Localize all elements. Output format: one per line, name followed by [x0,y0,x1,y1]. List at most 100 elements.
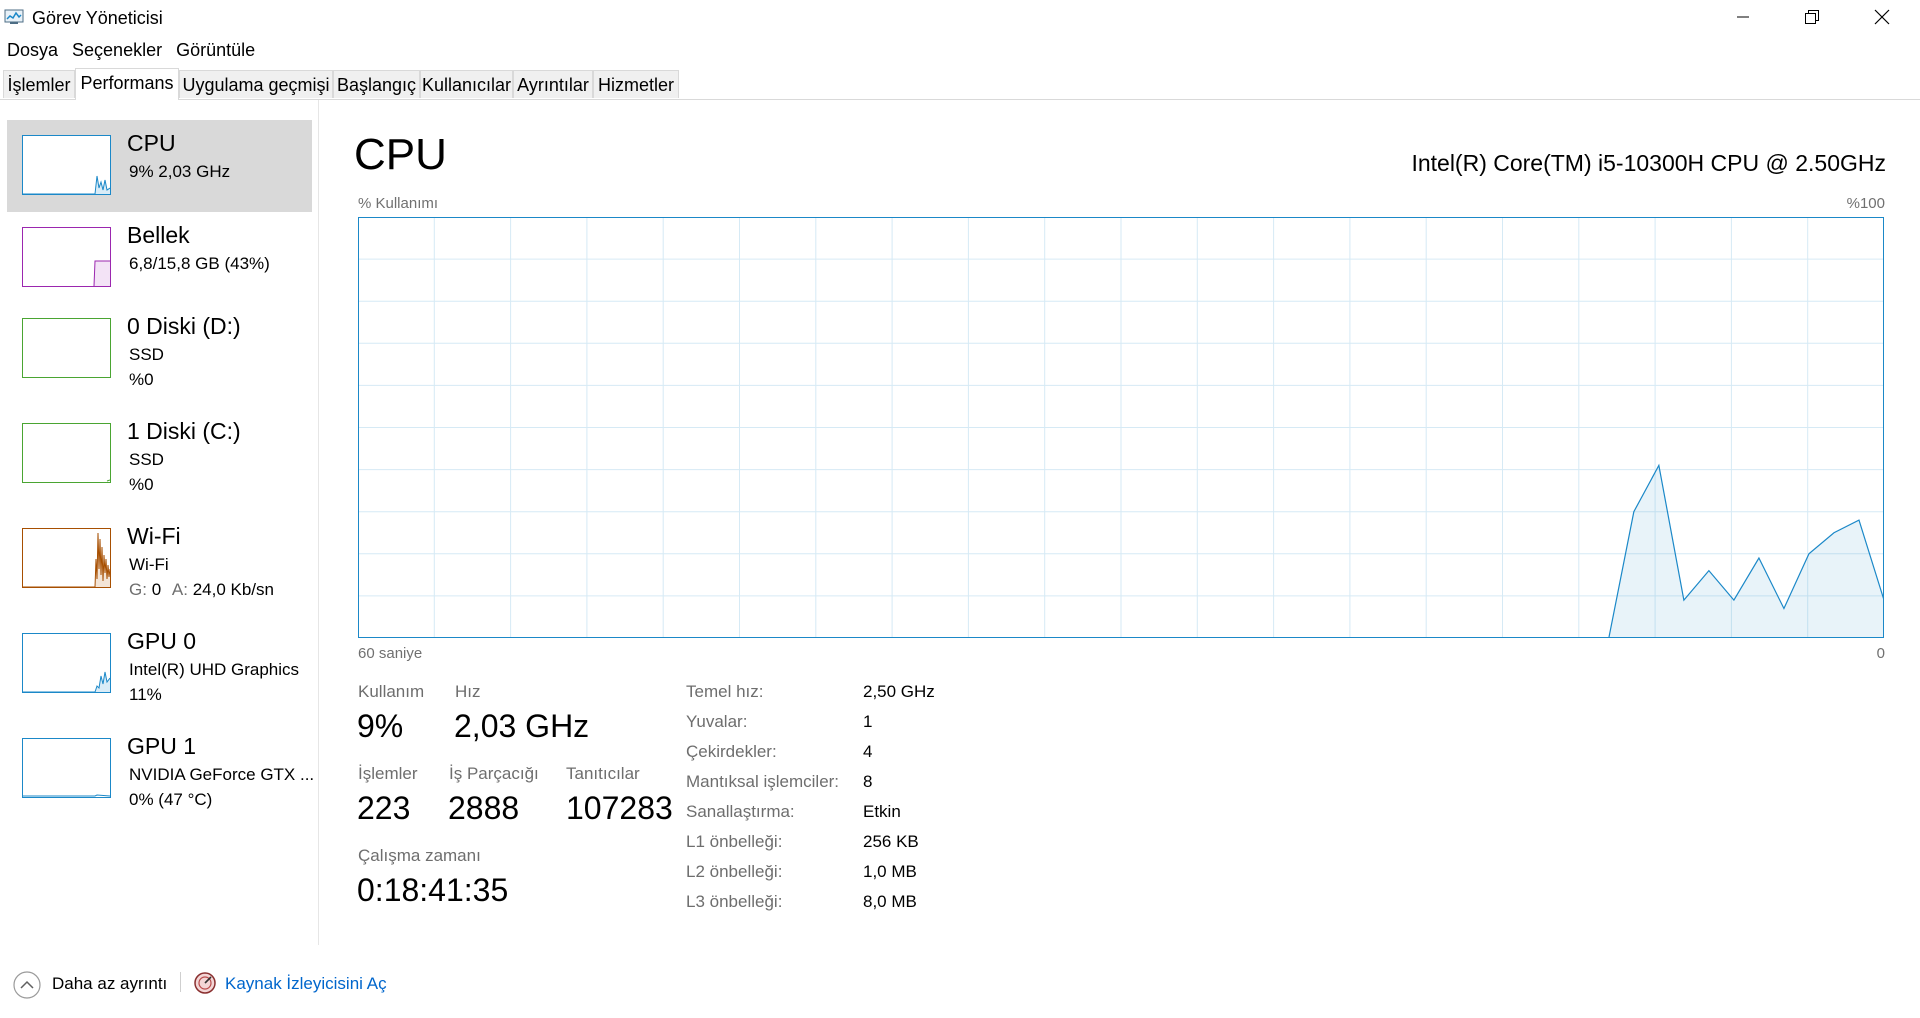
cpu-usage-graph [358,217,1884,638]
wifi-throughput: G: 0 A: 24,0 Kb/sn [129,580,274,600]
memory-mini-graph [22,227,111,287]
minimize-button[interactable] [1715,0,1771,34]
sidebar-item-title: Wi-Fi [127,523,181,549]
fewer-details-button[interactable]: Daha az ayrıntı [52,974,167,994]
spec-label: Çekirdekler: [686,742,777,761]
y-axis-max-label: %100 [1846,195,1885,212]
spec-label: Temel hız: [686,682,764,701]
menu-file[interactable]: Dosya [0,38,65,64]
chevron-up-icon[interactable] [12,970,42,1005]
title-bar: Görev Yöneticisi [0,0,1920,34]
spec-value: 1 [863,712,873,731]
uptime-value: 0:18:41:35 [357,872,509,908]
spec-value: 1,0 MB [863,862,917,881]
tab-startup[interactable]: Başlangıç [333,70,420,98]
sidebar-item-title: 1 Diski (C:) [127,418,241,444]
tab-users[interactable]: Kullanıcılar [420,70,513,98]
footer: Daha az ayrıntı Kaynak İzleyicisini Aç [0,945,1920,1018]
wifi-send-value: 0 [151,580,162,599]
sidebar-item-usage: %0 [129,370,154,389]
spec-label: Mantıksal işlemciler: [686,772,840,791]
sidebar-item-title: Bellek [127,222,190,248]
sidebar-item-usage: 11% [129,685,162,704]
spec-value: 8 [863,772,873,791]
usage-label: Kullanım [358,682,425,701]
usage-value: 9% [357,708,404,744]
sidebar-item-detail: 6,8/15,8 GB (43%) [129,254,270,273]
sidebar-item-detail: NVIDIA GeForce GTX ... [129,765,315,784]
wifi-send-label: G: [129,580,147,599]
sidebar-item-gpu-0[interactable]: GPU 0 Intel(R) UHD Graphics 11% [7,618,312,710]
disk0-mini-graph [22,318,111,378]
speed-value: 2,03 GHz [454,708,590,744]
handles-value: 107283 [566,790,673,826]
wifi-mini-graph [22,528,111,588]
threads-value: 2888 [448,790,520,826]
sidebar-item-title: GPU 1 [127,733,197,759]
threads-label: İş Parçacığı [449,764,539,783]
wifi-recv-label: A: [171,580,188,599]
spec-value: 4 [863,742,873,761]
page-title: CPU [354,130,447,179]
sidebar-item-disk-1[interactable]: 1 Diski (C:) SSD %0 [7,408,312,500]
window-title: Görev Yöneticisi [32,8,163,28]
wifi-recv-value: 24,0 Kb/sn [192,580,274,599]
spec-value: 2,50 GHz [863,682,935,701]
x-axis-label: 60 saniye [358,645,423,662]
sidebar-item-gpu-1[interactable]: GPU 1 NVIDIA GeForce GTX ... 0% (47 °C) [7,723,315,815]
spec-label: L2 önbelleği: [686,862,783,881]
gpu0-mini-graph [22,633,111,693]
sidebar-item-detail: Intel(R) UHD Graphics [129,660,300,679]
cpu-mini-graph [22,135,111,195]
open-resource-monitor-link[interactable]: Kaynak İzleyicisini Aç [225,974,387,994]
menu-options[interactable]: Seçenekler [65,38,169,64]
close-icon [1874,9,1890,25]
tab-services[interactable]: Hizmetler [593,70,679,98]
sidebar-item-title: CPU [127,130,176,156]
spec-label: L1 önbelleği: [686,832,783,851]
resource-sidebar: CPU 9% 2,03 GHz Bellek 6,8/15,8 GB (43%)… [0,100,319,945]
disk1-mini-graph [22,423,111,483]
menu-view[interactable]: Görüntüle [169,38,262,64]
gpu1-mini-graph [22,738,111,798]
tab-processes[interactable]: İşlemler [3,70,75,98]
spec-label: Yuvalar: [686,712,748,731]
sidebar-item-detail: Wi-Fi [129,555,169,574]
spec-label: Sanallaştırma: [686,802,795,821]
uptime-label: Çalışma zamanı [358,846,481,865]
sidebar-item-title: GPU 0 [127,628,197,654]
menu-bar: Dosya Seçenekler Görüntüle [0,38,262,64]
minimize-icon [1736,10,1750,24]
resource-monitor-icon[interactable] [193,971,217,1000]
spec-value: 256 KB [863,832,919,851]
processes-value: 223 [357,790,411,826]
sidebar-item-detail: SSD [129,345,164,364]
cpu-model-name: Intel(R) Core(TM) i5-10300H CPU @ 2.50GH… [1411,150,1886,176]
spec-value: 8,0 MB [863,892,917,911]
sidebar-item-detail: 9% 2,03 GHz [129,162,231,181]
handles-label: Tanıtıcılar [566,764,640,783]
x-axis-min-label: 0 [1876,645,1885,662]
y-axis-label: % Kullanımı [358,195,439,212]
close-button[interactable] [1854,0,1910,34]
sidebar-item-detail: SSD [129,450,164,469]
sidebar-item-disk-0[interactable]: 0 Diski (D:) SSD %0 [7,303,312,395]
restore-button[interactable] [1784,0,1840,34]
sidebar-item-usage: 0% (47 °C) [129,790,213,809]
sidebar-item-usage: %0 [129,475,154,494]
tab-details[interactable]: Ayrıntılar [513,70,593,98]
footer-divider [180,972,181,992]
tab-bar: İşlemler Performans Uygulama geçmişi Baş… [0,68,1920,100]
sidebar-item-memory[interactable]: Bellek 6,8/15,8 GB (43%) [7,212,312,304]
task-manager-icon [4,9,24,25]
processes-label: İşlemler [358,764,418,783]
sidebar-item-title: 0 Diski (D:) [127,313,241,339]
tab-app-history[interactable]: Uygulama geçmişi [179,70,333,98]
sidebar-item-cpu[interactable]: CPU 9% 2,03 GHz [7,120,312,212]
spec-value: Etkin [863,802,901,821]
sidebar-item-wifi[interactable]: Wi-Fi Wi-Fi G: 0 A: 24,0 Kb/sn [7,513,312,605]
spec-label: L3 önbelleği: [686,892,783,911]
tab-performance[interactable]: Performans [75,68,179,100]
speed-label: Hız [455,682,481,701]
restore-icon [1804,9,1820,25]
